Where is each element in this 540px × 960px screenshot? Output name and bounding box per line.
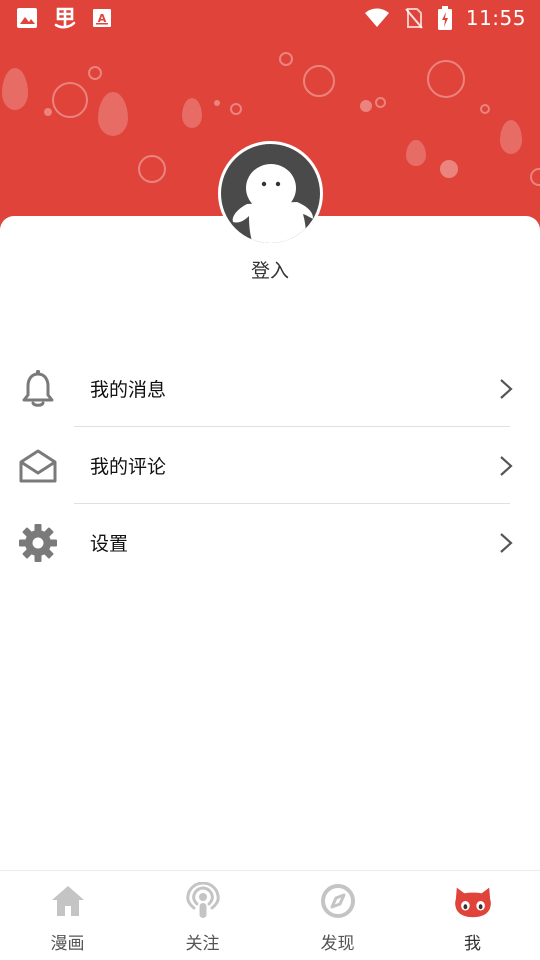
app-logo-icon (54, 7, 76, 29)
decor-dot (44, 108, 52, 116)
wifi-icon (364, 8, 389, 27)
decor-bubble (303, 65, 335, 97)
decor-drop (406, 140, 426, 166)
bottom-nav: 漫画 关注 发现 我 (0, 870, 540, 960)
menu-item-messages[interactable]: 我的消息 (0, 350, 540, 427)
avatar[interactable] (218, 141, 323, 246)
decor-bubble (480, 104, 490, 114)
decor-bubble (138, 155, 166, 183)
nav-label: 发现 (320, 934, 355, 954)
decor-drop (182, 98, 202, 128)
chevron-right-icon (500, 532, 513, 553)
envelope-icon (18, 446, 58, 486)
chevron-right-icon (500, 378, 513, 399)
menu-item-label: 设置 (90, 533, 129, 555)
text-a-icon: A (93, 9, 111, 27)
home-icon (48, 881, 88, 921)
menu-item-comments[interactable]: 我的评论 (0, 427, 540, 504)
gear-icon (18, 523, 58, 563)
no-sim-icon (405, 8, 423, 29)
nav-label: 漫画 (50, 934, 85, 954)
decor-bubble (52, 82, 88, 118)
decor-bubble (530, 168, 540, 186)
image-icon (17, 8, 37, 28)
status-left-icons: A (16, 5, 112, 31)
nav-item-me[interactable]: 我 (405, 871, 540, 960)
decor-bubble (279, 52, 293, 66)
menu-item-settings[interactable]: 设置 (0, 504, 540, 581)
nav-label: 我 (464, 934, 481, 954)
decor-drop (2, 68, 28, 110)
menu-list: 我的消息 我的评论 设置 (0, 350, 540, 581)
nav-item-discover[interactable]: 发现 (270, 871, 405, 960)
status-right-icons: 11:55 (364, 6, 526, 30)
decor-bubble (375, 97, 386, 108)
bell-icon (18, 369, 58, 409)
decor-dot (440, 160, 458, 178)
podcast-icon (183, 881, 223, 921)
compass-icon (318, 881, 358, 921)
nav-item-following[interactable]: 关注 (135, 871, 270, 960)
decor-drop (98, 92, 128, 136)
status-time: 11:55 (465, 6, 526, 30)
chevron-right-icon (500, 455, 513, 476)
decor-drop (500, 120, 522, 154)
nav-label: 关注 (185, 934, 220, 954)
decor-dot (360, 100, 372, 112)
battery-charging-icon (437, 6, 452, 30)
status-bar: A 11:55 (0, 0, 540, 36)
decor-bubble (230, 103, 242, 115)
decor-bubble (88, 66, 102, 80)
menu-item-label: 我的消息 (90, 379, 167, 401)
nav-item-comics[interactable]: 漫画 (0, 871, 135, 960)
cat-face-icon (453, 881, 493, 921)
login-label[interactable]: 登入 (0, 256, 540, 283)
menu-item-label: 我的评论 (90, 456, 167, 478)
decor-dot (214, 100, 220, 106)
decor-bubble (427, 60, 465, 98)
